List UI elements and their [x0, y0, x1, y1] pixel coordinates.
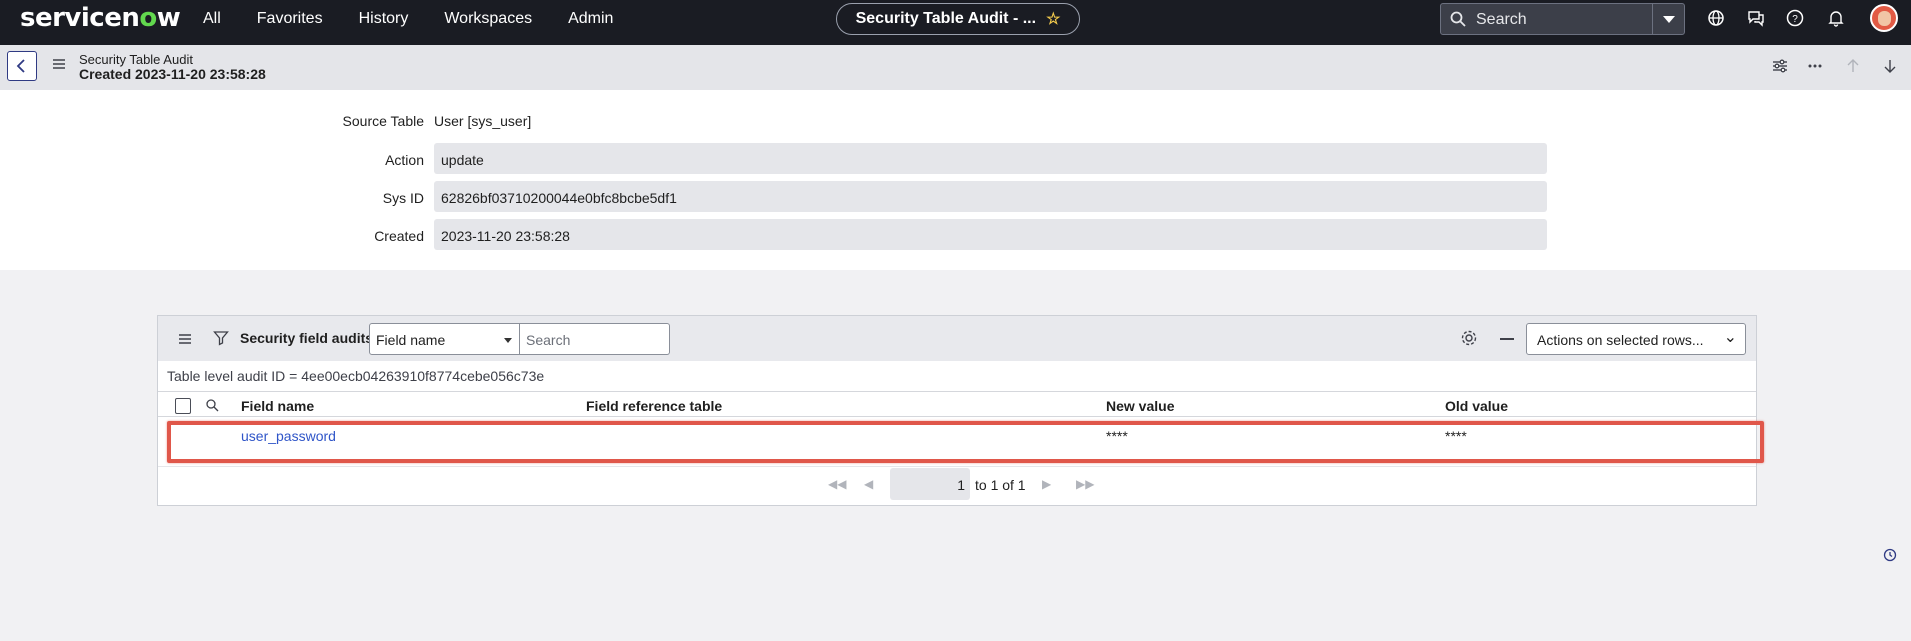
last-page-icon[interactable]: ▶▶: [1076, 477, 1094, 491]
global-search-input[interactable]: Search: [1476, 11, 1527, 29]
globe-icon[interactable]: [1707, 9, 1725, 27]
first-page-icon[interactable]: ◀◀: [828, 477, 846, 491]
clock-icon[interactable]: [1883, 548, 1897, 562]
servicenow-logo[interactable]: servicenow: [20, 3, 181, 33]
column-new-value[interactable]: New value: [1106, 398, 1174, 414]
list-menu-icon[interactable]: [178, 333, 192, 345]
avatar-face: [1878, 11, 1891, 26]
next-page-icon[interactable]: ▶: [1042, 477, 1051, 491]
collapse-list-button[interactable]: [1500, 338, 1514, 340]
page-number-input[interactable]: 1: [890, 468, 970, 500]
sys-id-label: Sys ID: [382, 190, 424, 206]
field-select[interactable]: Field name: [369, 323, 520, 355]
action-label: Action: [385, 152, 424, 168]
nav-favorites[interactable]: Favorites: [257, 10, 323, 28]
record-created: Created 2023-11-20 23:58:28: [79, 66, 266, 82]
column-header-row: [158, 391, 1756, 416]
created-field[interactable]: 2023-11-20 23:58:28: [434, 219, 1547, 250]
search-icon: [1450, 11, 1466, 27]
nav-workspaces[interactable]: Workspaces: [444, 10, 532, 28]
nav-history[interactable]: History: [359, 10, 409, 28]
context-pill-label: Security Table Audit - ...: [855, 10, 1037, 27]
nav-all[interactable]: All: [203, 10, 221, 28]
list-search-input[interactable]: Search: [520, 323, 670, 355]
help-icon[interactable]: ?: [1786, 9, 1804, 27]
select-all-checkbox[interactable]: [175, 398, 191, 414]
nav-admin[interactable]: Admin: [568, 10, 613, 28]
gear-icon[interactable]: [1460, 329, 1478, 347]
logo-o: o: [139, 3, 157, 33]
column-search-icon[interactable]: [205, 398, 219, 412]
context-pill[interactable]: Security Table Audit - ... ☆: [836, 3, 1080, 35]
filter-icon[interactable]: [213, 330, 229, 346]
page-range-text: to 1 of 1: [975, 477, 1026, 493]
top-nav: servicenow All Favorites History Workspa…: [0, 0, 1911, 45]
user-avatar[interactable]: [1870, 4, 1898, 32]
settings-sliders-icon[interactable]: [1772, 58, 1788, 74]
hamburger-menu-icon[interactable]: [52, 58, 66, 70]
column-field-reference-table[interactable]: Field reference table: [586, 398, 722, 414]
row-highlight-box: [167, 421, 1764, 463]
filter-breadcrumb[interactable]: Table level audit ID = 4ee00ecb04263910f…: [167, 368, 544, 384]
related-list-header: Security field audits Field name Search …: [158, 316, 1756, 361]
previous-page-icon[interactable]: ◀: [864, 477, 873, 491]
source-table-label: Source Table: [342, 113, 424, 129]
global-search[interactable]: Search: [1440, 3, 1685, 35]
record-type: Security Table Audit: [79, 52, 193, 67]
chat-icon[interactable]: [1747, 9, 1765, 27]
more-options-icon[interactable]: [1807, 58, 1823, 74]
record-header: Security Table Audit Created 2023-11-20 …: [0, 45, 1911, 90]
record-title: Security Table Audit Created 2023-11-20 …: [79, 52, 266, 82]
column-old-value[interactable]: Old value: [1445, 398, 1508, 414]
source-table-value: User [sys_user]: [434, 113, 532, 129]
logo-suffix: w: [156, 3, 181, 33]
actions-on-selected-rows-select[interactable]: Actions on selected rows...: [1526, 323, 1746, 355]
chevron-left-icon: [16, 59, 25, 73]
star-icon[interactable]: ☆: [1046, 9, 1060, 29]
arrow-up-icon[interactable]: [1845, 58, 1861, 74]
column-field-name[interactable]: Field name: [241, 398, 314, 414]
svg-text:?: ?: [1792, 14, 1798, 25]
search-dropdown-button[interactable]: [1652, 4, 1684, 34]
arrow-down-icon[interactable]: [1882, 58, 1898, 74]
created-label: Created: [374, 228, 424, 244]
notification-bell-icon[interactable]: [1827, 9, 1845, 27]
sys-id-field[interactable]: 62826bf03710200044e0bfc8bcbe5df1: [434, 181, 1547, 212]
nav-links: All Favorites History Workspaces Admin: [203, 0, 649, 37]
related-list-title[interactable]: Security field audits: [240, 330, 373, 346]
logo-prefix: servicen: [20, 3, 140, 33]
back-button[interactable]: [7, 51, 37, 81]
action-field[interactable]: update: [434, 143, 1547, 174]
record-form: Source Table User [sys_user] Action upda…: [0, 90, 1911, 270]
security-field-audits-list: Security field audits Field name Search …: [157, 315, 1757, 506]
